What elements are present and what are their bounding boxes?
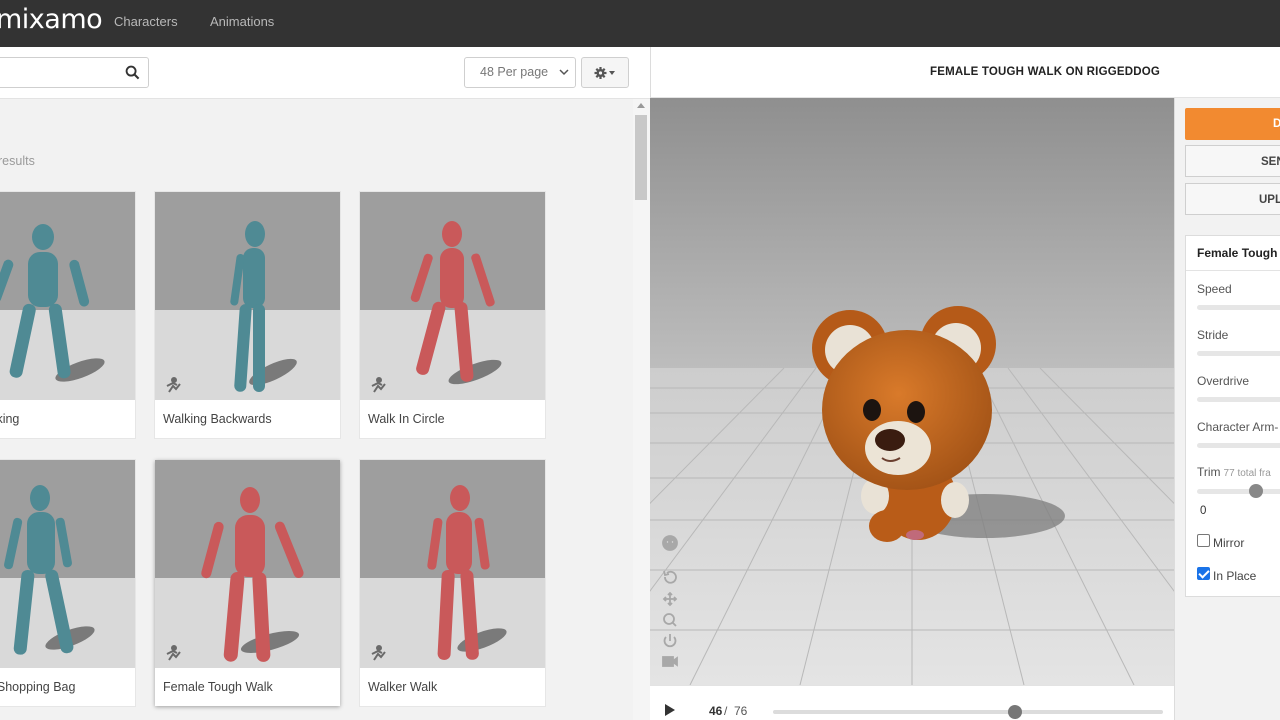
stride-slider[interactable]: [1197, 351, 1280, 356]
gear-icon: [594, 67, 615, 79]
nav-characters[interactable]: Characters: [114, 14, 178, 29]
frame-separator: /: [724, 704, 728, 718]
overdrive-label: Overdrive: [1197, 374, 1250, 388]
scroll-up-arrow[interactable]: [637, 103, 645, 108]
chevron-down-icon: [559, 69, 569, 76]
per-page-select[interactable]: 48 Per page: [464, 57, 576, 88]
animation-card-selected[interactable]: Female Tough Walk: [155, 460, 340, 706]
trim-label-text: Trim: [1197, 465, 1221, 479]
nav-animations[interactable]: Animations: [210, 14, 274, 29]
character-arm-label: Character Arm-: [1197, 420, 1279, 434]
scroll-thumb[interactable]: [635, 115, 647, 200]
settings-dropdown-button[interactable]: [581, 57, 629, 88]
settings-title: Female Tough: [1197, 246, 1278, 260]
timeline-handle[interactable]: [1007, 705, 1022, 719]
animation-thumbnail: [155, 460, 340, 668]
animation-card[interactable]: Walk In Circle: [360, 192, 545, 438]
play-icon[interactable]: [665, 704, 675, 716]
viewer-header: FEMALE TOUGH WALK ON RIGGEDDOG: [650, 47, 1280, 98]
pan-icon[interactable]: [662, 591, 678, 607]
timeline-slider[interactable]: [773, 705, 1163, 719]
animation-card[interactable]: ed Walking: [0, 192, 135, 438]
card-label: Walking Backwards: [163, 412, 272, 426]
search-icon[interactable]: [125, 65, 140, 80]
animation-thumbnail: [360, 460, 545, 668]
settings-panel: DO SEN UPLOA Female Tough Speed Stride O…: [1174, 98, 1280, 720]
upload-button[interactable]: UPLOA: [1185, 183, 1280, 215]
download-button[interactable]: DO: [1185, 108, 1280, 140]
power-icon[interactable]: [663, 634, 677, 648]
card-label: Walker Walk: [368, 680, 438, 694]
3d-viewport[interactable]: [650, 98, 1174, 685]
mirror-label: Mirror: [1213, 536, 1245, 550]
animation-settings: Female Tough Speed Stride Overdrive Char…: [1185, 235, 1280, 597]
stride-label: Stride: [1197, 328, 1229, 342]
card-label: g With Shopping Bag: [0, 680, 76, 694]
card-label: ed Walking: [0, 412, 20, 426]
zoom-icon[interactable]: [663, 613, 677, 627]
search-input[interactable]: [0, 57, 149, 88]
trim-value: 0: [1200, 505, 1207, 517]
skeleton-icon[interactable]: [662, 535, 678, 551]
animation-thumbnail: [0, 192, 135, 400]
reset-icon[interactable]: [663, 570, 677, 584]
speed-slider[interactable]: [1197, 305, 1280, 310]
caret-down-icon: [609, 71, 615, 75]
top-bar: mixamo Characters Animations: [0, 0, 1280, 47]
mirror-checkbox[interactable]: [1197, 534, 1210, 547]
per-page-value: 48 Per page: [480, 65, 549, 79]
camera-icon[interactable]: [662, 656, 678, 667]
trim-total-frames: 77 total fra: [1223, 468, 1271, 479]
playback-bar: 46 / 76: [650, 685, 1174, 720]
viewer-title: FEMALE TOUGH WALK ON RIGGEDDOG: [930, 66, 1161, 78]
overdrive-slider[interactable]: [1197, 397, 1280, 402]
card-label: Female Tough Walk: [163, 680, 273, 694]
trim-slider[interactable]: [1197, 484, 1280, 498]
animation-thumbnail: [0, 460, 135, 668]
viewport-tools: [659, 535, 681, 675]
card-label: Walk In Circle: [368, 412, 445, 426]
results-count: results: [0, 154, 35, 168]
animation-card[interactable]: Walking Backwards: [155, 192, 340, 438]
animation-card[interactable]: g With Shopping Bag: [0, 460, 135, 706]
trim-label: Trim 77 total fra: [1197, 465, 1271, 479]
logo[interactable]: mixamo: [0, 4, 103, 35]
animation-thumbnail: [360, 192, 545, 400]
speed-label: Speed: [1197, 282, 1232, 296]
in-place-checkbox[interactable]: [1197, 567, 1210, 580]
list-toolbar: 48 Per page: [0, 47, 650, 99]
send-button[interactable]: SEN: [1185, 145, 1280, 177]
animation-thumbnail: [155, 192, 340, 400]
trim-handle[interactable]: [1249, 484, 1263, 498]
animation-card[interactable]: Walker Walk: [360, 460, 545, 706]
current-frame: 46: [709, 704, 723, 718]
scene: [650, 98, 1174, 685]
in-place-label: In Place: [1213, 569, 1257, 583]
divider: [1186, 270, 1280, 271]
animation-list: results ed Walking: [0, 99, 633, 720]
character-arm-slider[interactable]: [1197, 443, 1280, 448]
total-frames: 76: [734, 704, 748, 718]
list-scrollbar[interactable]: [633, 99, 650, 720]
